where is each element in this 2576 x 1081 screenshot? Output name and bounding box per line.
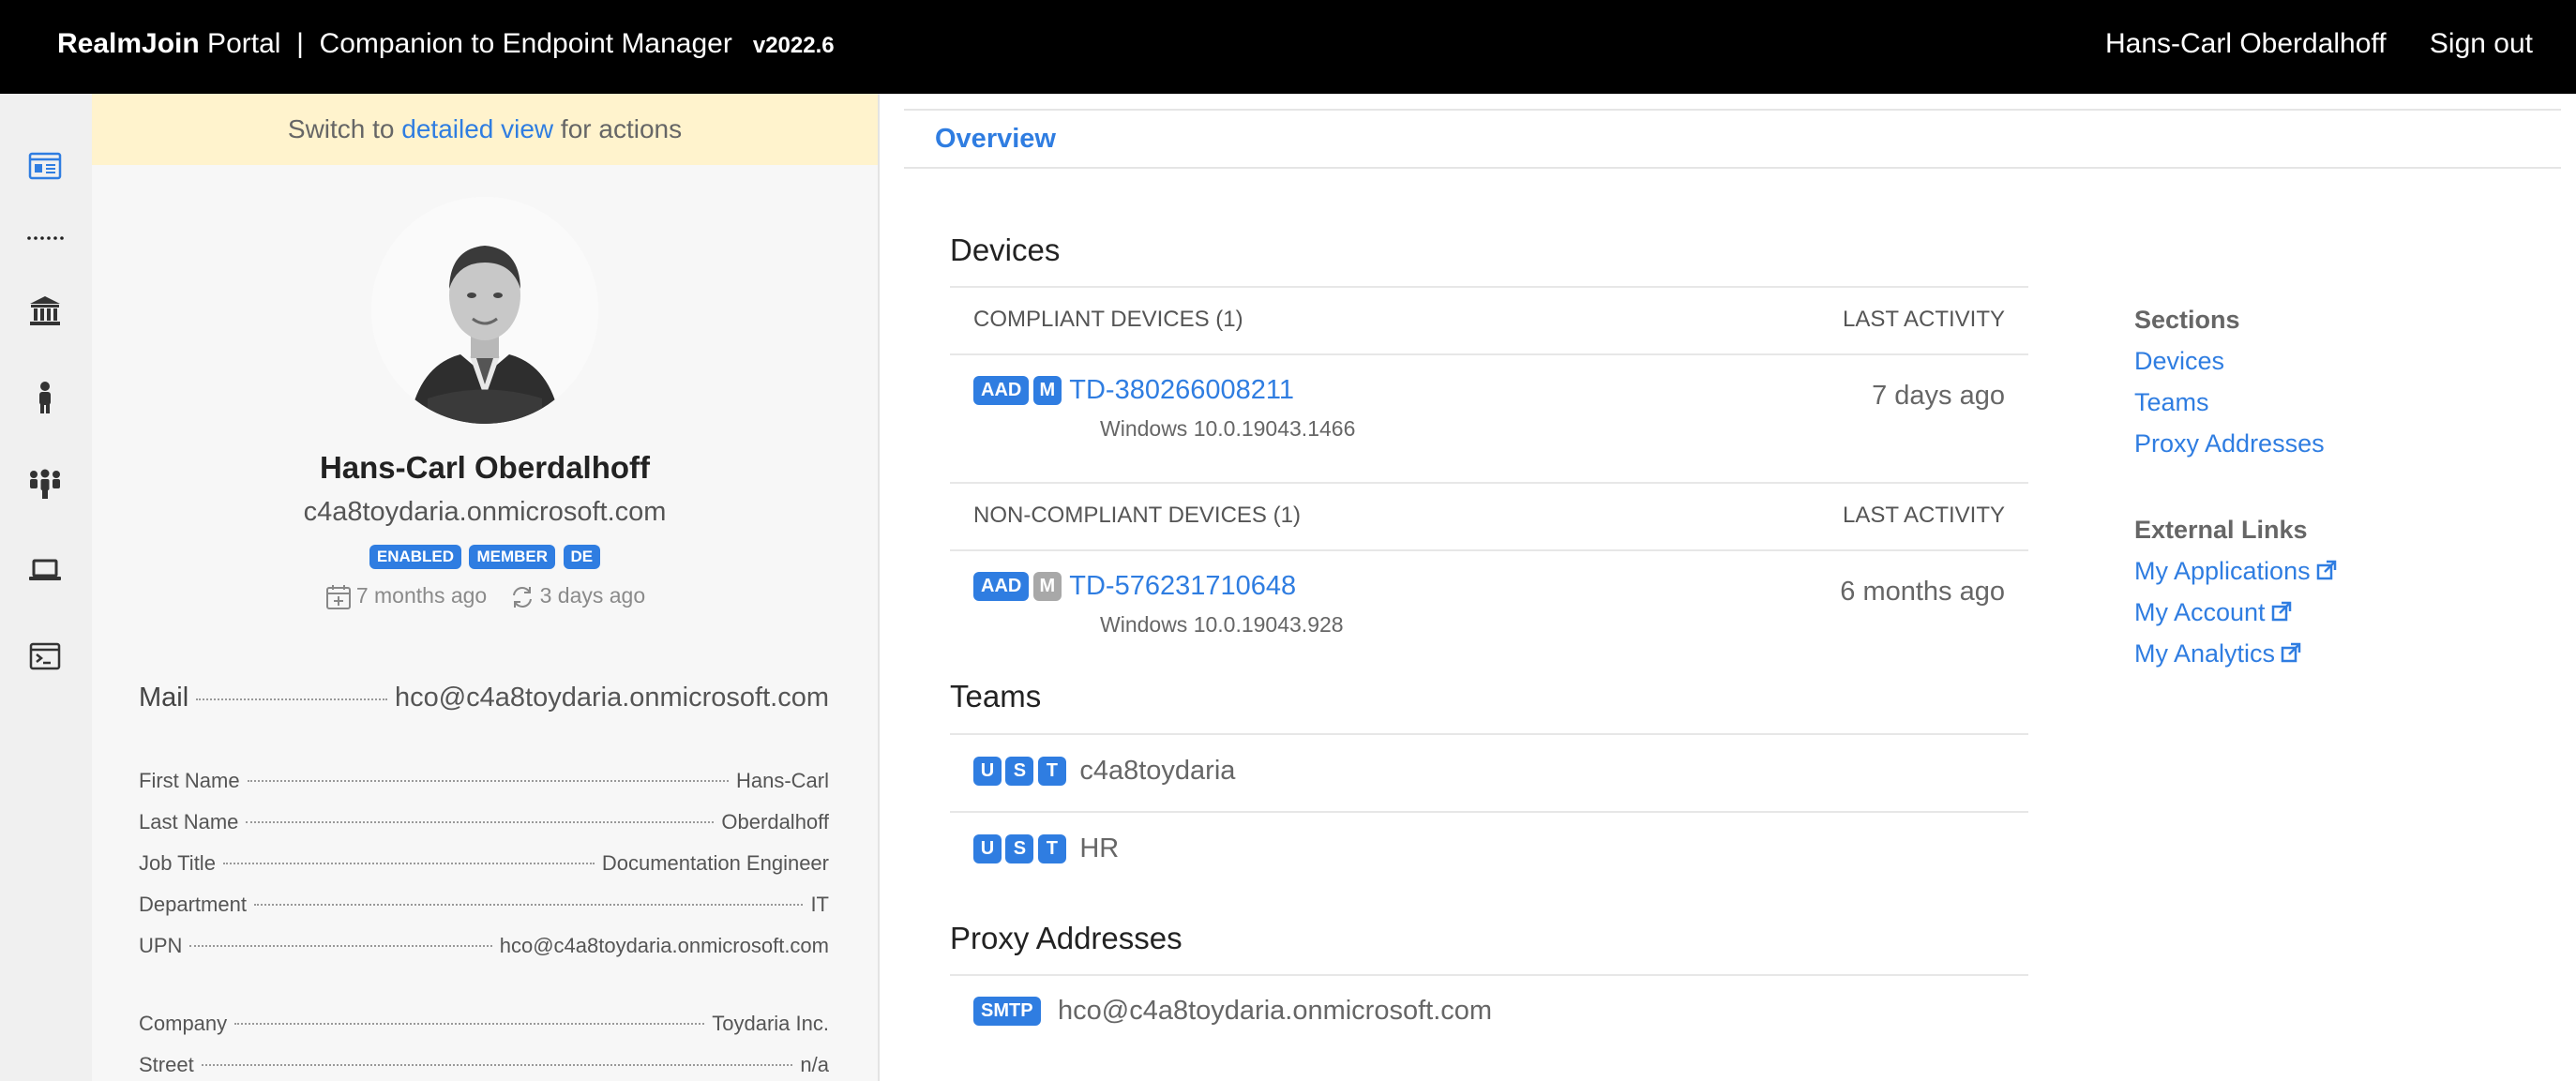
team-name: HR	[1079, 833, 1120, 863]
field-value: Oberdalhoff	[721, 810, 829, 833]
status-badges: ENABLED MEMBER DE	[92, 545, 878, 569]
icon-rail	[0, 94, 93, 1081]
team-tag: T	[1037, 757, 1066, 786]
field-value: Documentation Engineer	[601, 851, 829, 875]
field-label: Job Title	[139, 851, 216, 875]
brand-name: RealmJoin	[57, 28, 200, 59]
field-label: UPN	[139, 934, 183, 957]
team-tag: S	[1005, 834, 1034, 863]
field-value: Hans-Carl	[735, 769, 829, 792]
devices-heading: Devices	[950, 233, 1061, 267]
device-link[interactable]: TD-380266008211	[1069, 375, 1294, 405]
noncompliant-devices-header: NON-COMPLIANT DEVICES (1) LAST ACTIVITY	[950, 482, 2028, 551]
field-value: Toydaria Inc.	[712, 1012, 829, 1035]
field-value: hco@c4a8toydaria.onmicrosoft.com	[499, 934, 829, 957]
calendar-add-icon	[324, 583, 356, 609]
dotted-separator-icon	[26, 219, 64, 257]
overview-icon[interactable]	[26, 146, 64, 184]
status-badge: MEMBER	[469, 545, 556, 569]
profile-panel: Switch to detailed view for actions Hans…	[92, 94, 880, 1081]
team-tag: T	[1037, 834, 1066, 863]
field-row: Street n/a	[139, 1053, 829, 1077]
managed-tag: M	[1032, 572, 1062, 601]
external-link-account[interactable]: My Account	[2134, 598, 2292, 626]
device-row[interactable]: AAD M TD-576231710648 Windows 10.0.19043…	[950, 571, 2028, 646]
proxy-row: SMTP hco@c4a8toydaria.onmicrosoft.com	[950, 996, 2028, 1027]
team-row[interactable]: U S T HR	[950, 833, 2028, 864]
sync-icon	[508, 583, 540, 608]
teams-heading: Teams	[950, 679, 1042, 713]
avatar	[371, 197, 598, 424]
managed-tag: M	[1032, 376, 1062, 405]
mail-row: Mail hco@c4a8toydaria.onmicrosoft.com	[139, 683, 829, 713]
team-name: c4a8toydaria	[1079, 756, 1236, 786]
device-row[interactable]: AAD M TD-380266008211 Windows 10.0.19043…	[950, 375, 2028, 450]
device-link[interactable]: TD-576231710648	[1069, 571, 1296, 601]
field-label: Street	[139, 1053, 194, 1076]
external-link-icon	[2281, 640, 2301, 669]
proxy-address: hco@c4a8toydaria.onmicrosoft.com	[1058, 996, 1493, 1026]
team-tag: U	[973, 834, 1002, 863]
main-content: Overview Devices COMPLIANT DEVICES (1) L…	[878, 94, 2576, 1081]
external-link-icon	[2271, 599, 2292, 628]
external-link-analytics[interactable]: My Analytics	[2134, 639, 2301, 668]
version-label: v2022.6	[752, 33, 835, 58]
top-bar: RealmJoin Portal | Companion to Endpoint…	[0, 0, 2576, 94]
status-badge: ENABLED	[369, 545, 462, 569]
device-os: Windows 10.0.19043.928	[1100, 612, 1344, 637]
field-row: Job Title Documentation Engineer	[139, 851, 829, 876]
external-links-title: External Links	[2134, 516, 2308, 544]
team-tag: U	[973, 757, 1002, 786]
field-label: Department	[139, 893, 247, 916]
field-row: Last Name Oberdalhoff	[139, 810, 829, 834]
detailed-view-link[interactable]: detailed view	[401, 114, 553, 143]
created-date: 7 months ago	[355, 583, 488, 608]
device-last-activity: 7 days ago	[1872, 381, 2005, 411]
device-os: Windows 10.0.19043.1466	[1100, 416, 1356, 441]
field-row: Company Toydaria Inc.	[139, 1012, 829, 1036]
sections-title: Sections	[2134, 306, 2240, 334]
aad-tag: AAD	[973, 572, 1030, 601]
sign-out-link[interactable]: Sign out	[2430, 28, 2533, 59]
user-icon[interactable]	[26, 379, 64, 416]
smtp-tag: SMTP	[973, 997, 1041, 1026]
field-value: n/a	[800, 1053, 829, 1076]
profile-name: Hans-Carl Oberdalhoff	[319, 450, 651, 485]
field-value: IT	[810, 893, 829, 916]
aad-tag: AAD	[973, 376, 1030, 405]
view-notice: Switch to detailed view for actions	[92, 94, 878, 165]
field-label: Mail	[139, 683, 189, 713]
section-link-teams[interactable]: Teams	[2134, 388, 2209, 416]
account-dates: 7 months ago 3 days ago	[92, 583, 878, 611]
group-icon[interactable]	[26, 465, 64, 503]
field-value: hco@c4a8toydaria.onmicrosoft.com	[394, 683, 829, 713]
field-label: First Name	[139, 769, 240, 792]
external-link-applications[interactable]: My Applications	[2134, 557, 2337, 585]
team-row[interactable]: U S T c4a8toydaria	[950, 756, 2028, 787]
section-link-devices[interactable]: Devices	[2134, 347, 2224, 375]
external-link-icon	[2316, 558, 2337, 587]
synced-date: 3 days ago	[539, 583, 646, 608]
status-badge: DE	[563, 545, 601, 569]
field-row: UPN hco@c4a8toydaria.onmicrosoft.com	[139, 934, 829, 958]
institution-icon[interactable]	[26, 293, 64, 330]
field-row: First Name Hans-Carl	[139, 769, 829, 793]
proxy-heading: Proxy Addresses	[950, 921, 1183, 955]
terminal-icon[interactable]	[26, 638, 64, 675]
device-last-activity: 6 months ago	[1840, 577, 2005, 607]
brand-subtitle: Portal | Companion to Endpoint Manager	[199, 28, 732, 59]
field-label: Company	[139, 1012, 228, 1035]
field-row: Department IT	[139, 893, 829, 917]
team-tag: S	[1005, 757, 1034, 786]
brand[interactable]: RealmJoin Portal | Companion to Endpoint…	[57, 28, 835, 60]
profile-upn: c4a8toydaria.onmicrosoft.com	[303, 497, 667, 527]
compliant-devices-header: COMPLIANT DEVICES (1) LAST ACTIVITY	[950, 286, 2028, 355]
section-link-proxy[interactable]: Proxy Addresses	[2134, 429, 2325, 458]
tab-overview[interactable]: Overview	[935, 124, 1056, 155]
laptop-icon[interactable]	[26, 551, 64, 589]
current-user-link[interactable]: Hans-Carl Oberdalhoff	[2105, 28, 2387, 59]
field-label: Last Name	[139, 810, 239, 833]
